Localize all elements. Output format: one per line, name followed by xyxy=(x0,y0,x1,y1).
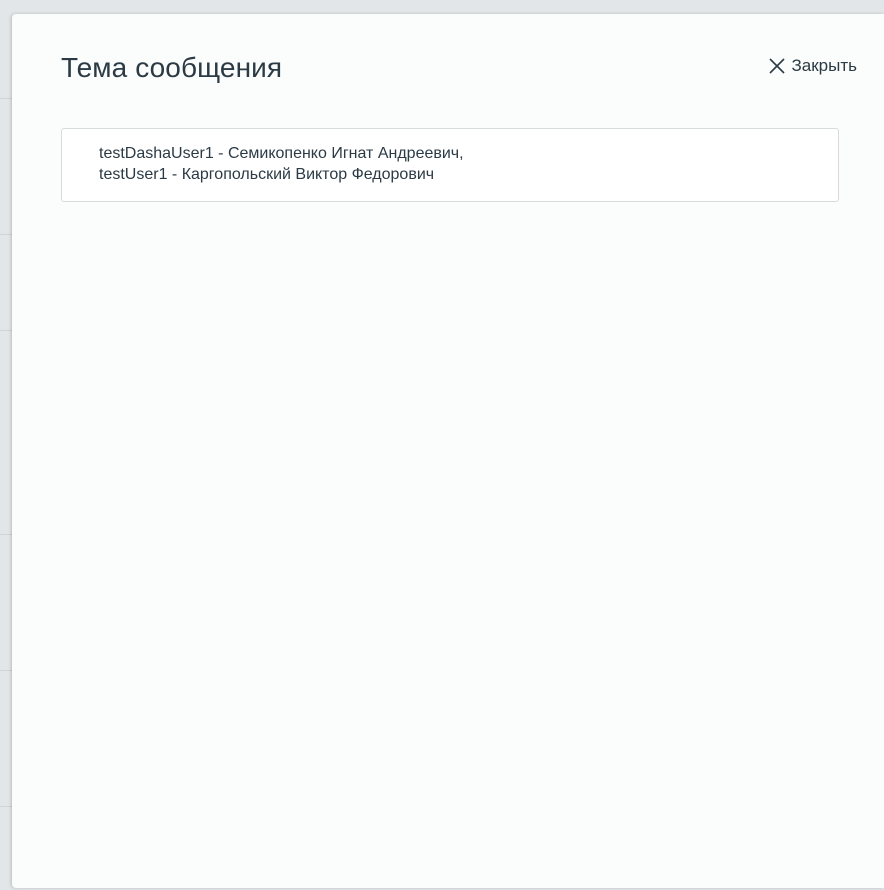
close-label: Закрыть xyxy=(791,56,857,75)
background-divider xyxy=(0,806,12,807)
close-button[interactable]: Закрыть xyxy=(768,56,857,76)
background-divider xyxy=(0,330,12,331)
close-icon xyxy=(768,57,786,75)
dialog-title: Тема сообщения xyxy=(61,52,283,83)
message-subject-dialog: Тема сообщения Закрыть testDashaUser1 - … xyxy=(12,14,884,888)
recipients-field[interactable]: testDashaUser1 - Семикопенко Игнат Андре… xyxy=(61,128,839,202)
recipient-item: testUser1 - Каргопольский Виктор Федоров… xyxy=(99,166,435,183)
recipient-item: testDashaUser1 - Семикопенко Игнат Андре… xyxy=(99,145,464,162)
background-divider xyxy=(0,234,12,235)
background-divider xyxy=(0,670,12,671)
background-divider xyxy=(0,534,12,535)
background-divider xyxy=(0,98,12,99)
